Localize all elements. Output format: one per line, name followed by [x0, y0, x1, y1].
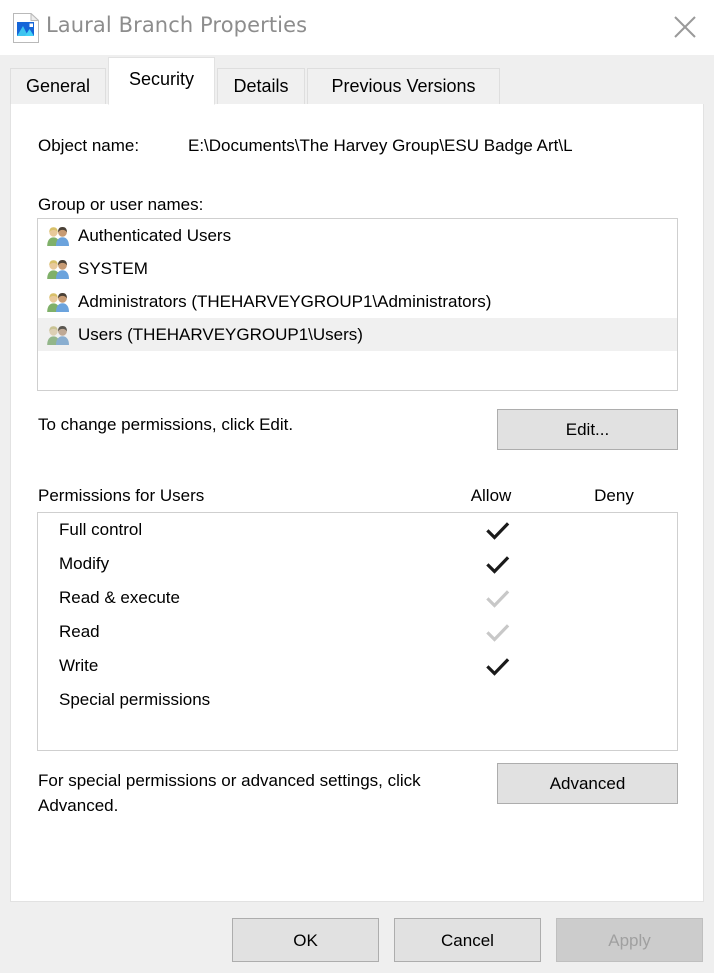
- group-or-user-names-label: Group or user names:: [38, 196, 203, 213]
- permissions-for-user-label: Permissions for Users: [38, 487, 204, 504]
- permission-name: Modify: [59, 555, 109, 572]
- list-item-label: Authenticated Users: [78, 227, 231, 244]
- close-icon[interactable]: [656, 0, 714, 50]
- list-item[interactable]: Authenticated Users: [38, 219, 677, 252]
- deny-checkbox[interactable]: [588, 518, 654, 544]
- security-tab-panel: Object name: E:\Documents\The Harvey Gro…: [10, 104, 704, 902]
- object-name-value: E:\Documents\The Harvey Group\ESU Badge …: [188, 137, 573, 154]
- edit-hint-text: To change permissions, click Edit.: [38, 416, 293, 433]
- tab-security[interactable]: Security: [108, 57, 215, 105]
- edit-button[interactable]: Edit...: [497, 409, 678, 450]
- allow-column-header: Allow: [458, 487, 524, 504]
- dialog-footer: OK Cancel Apply: [0, 902, 714, 973]
- tab-general[interactable]: General: [10, 68, 106, 105]
- permission-name: Full control: [59, 521, 142, 538]
- users-group-icon: [45, 258, 71, 280]
- list-item-label: Administrators (THEHARVEYGROUP1\Administ…: [78, 293, 491, 310]
- list-item-selected[interactable]: Users (THEHARVEYGROUP1\Users): [38, 318, 677, 351]
- users-group-icon: [45, 324, 71, 346]
- users-group-icon: [45, 225, 71, 247]
- permission-name: Special permissions: [59, 691, 210, 708]
- table-row[interactable]: Full control: [38, 513, 677, 547]
- deny-column-header: Deny: [581, 487, 647, 504]
- table-row[interactable]: Modify: [38, 547, 677, 581]
- tab-general-label: General: [26, 77, 90, 95]
- permissions-list[interactable]: Full control Modify Read & exe: [37, 512, 678, 751]
- list-item-label: SYSTEM: [78, 260, 148, 277]
- list-item-label: Users (THEHARVEYGROUP1\Users): [78, 326, 363, 343]
- allow-checkmark-icon[interactable]: [465, 518, 531, 544]
- properties-dialog: Laural Branch Properties General Securit…: [0, 0, 714, 973]
- users-group-icon: [45, 291, 71, 313]
- deny-checkbox[interactable]: [588, 654, 654, 680]
- table-row[interactable]: Read & execute: [38, 581, 677, 615]
- ok-button[interactable]: OK: [232, 918, 379, 962]
- deny-checkbox[interactable]: [588, 552, 654, 578]
- table-row[interactable]: Read: [38, 615, 677, 649]
- object-name-label: Object name:: [38, 137, 139, 154]
- table-row[interactable]: Special permissions: [38, 683, 677, 717]
- window-title: Laural Branch Properties: [46, 13, 307, 37]
- tab-previous-versions-label: Previous Versions: [331, 77, 475, 95]
- cancel-button[interactable]: Cancel: [394, 918, 541, 962]
- image-file-icon: [13, 13, 39, 43]
- tab-strip: General Security Details Previous Versio…: [0, 55, 714, 105]
- list-item[interactable]: Administrators (THEHARVEYGROUP1\Administ…: [38, 285, 677, 318]
- title-bar: Laural Branch Properties: [0, 0, 714, 55]
- tab-details-label: Details: [233, 77, 288, 95]
- permission-name: Read: [59, 623, 100, 640]
- tab-details[interactable]: Details: [217, 68, 305, 105]
- deny-checkbox[interactable]: [588, 620, 654, 646]
- list-item[interactable]: SYSTEM: [38, 252, 677, 285]
- advanced-hint-text: For special permissions or advanced sett…: [38, 769, 488, 818]
- tab-previous-versions[interactable]: Previous Versions: [307, 68, 500, 105]
- table-row[interactable]: Write: [38, 649, 677, 683]
- allow-checkbox[interactable]: [465, 688, 531, 714]
- allow-checkmark-icon[interactable]: [465, 654, 531, 680]
- apply-button: Apply: [556, 918, 703, 962]
- tab-security-label: Security: [129, 70, 194, 88]
- group-user-list[interactable]: Authenticated Users SYSTEM: [37, 218, 678, 391]
- permission-name: Write: [59, 657, 98, 674]
- allow-checkmark-inherited-icon[interactable]: [465, 586, 531, 612]
- permission-name: Read & execute: [59, 589, 180, 606]
- deny-checkbox[interactable]: [588, 586, 654, 612]
- allow-checkmark-inherited-icon[interactable]: [465, 620, 531, 646]
- allow-checkmark-icon[interactable]: [465, 552, 531, 578]
- advanced-button[interactable]: Advanced: [497, 763, 678, 804]
- deny-checkbox[interactable]: [588, 688, 654, 714]
